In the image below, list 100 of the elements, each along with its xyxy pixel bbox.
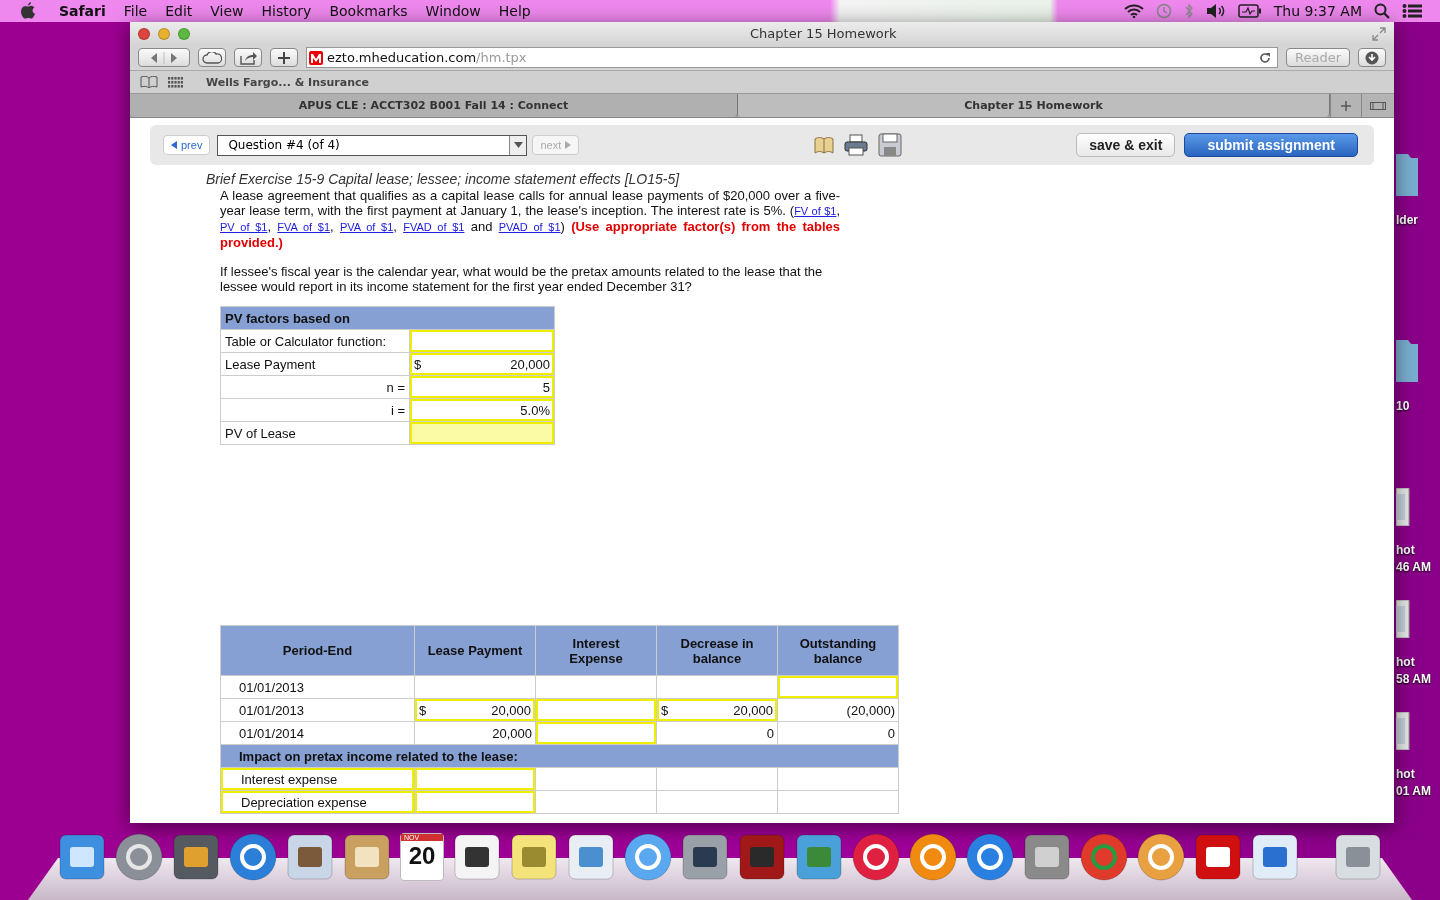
- submit-button[interactable]: submit assignment: [1184, 133, 1358, 157]
- menu-item[interactable]: File: [114, 3, 157, 19]
- app-icon[interactable]: [795, 833, 843, 881]
- input-field[interactable]: [410, 330, 554, 352]
- table-link[interactable]: PVAD of $1: [498, 221, 561, 233]
- input-field[interactable]: Interest expense: [221, 768, 414, 790]
- file-name[interactable]: hot: [1396, 766, 1431, 783]
- app-icon[interactable]: [1194, 833, 1242, 881]
- menu-item[interactable]: History: [252, 3, 321, 19]
- app-icon[interactable]: [1080, 833, 1128, 881]
- app-icon[interactable]: [966, 833, 1014, 881]
- input-field[interactable]: 5: [410, 376, 554, 398]
- printer-icon[interactable]: [844, 134, 869, 156]
- battery-icon[interactable]: [1237, 4, 1262, 18]
- folder-icon[interactable]: [1396, 338, 1418, 382]
- prev-button[interactable]: prev: [163, 135, 211, 155]
- clock-text[interactable]: Thu 9:37 AM: [1273, 3, 1362, 19]
- document-icon[interactable]: [1396, 600, 1410, 638]
- wifi-icon[interactable]: [1123, 4, 1144, 18]
- app-icon[interactable]: [624, 833, 672, 881]
- dropdown-arrow-icon: [513, 142, 523, 148]
- menu-item[interactable]: Window: [416, 3, 490, 19]
- app-icon[interactable]: [1251, 833, 1299, 881]
- input-field[interactable]: [415, 768, 535, 790]
- new-tab-button[interactable]: [1330, 94, 1361, 117]
- input-field[interactable]: $ 20,000: [657, 699, 777, 721]
- input-field[interactable]: $ 20,000: [410, 353, 554, 375]
- address-field[interactable]: ezto.mheducation.com/hm.tpx: [306, 47, 1278, 68]
- file-name[interactable]: 46 AM: [1396, 559, 1431, 576]
- download-button[interactable]: [1358, 48, 1386, 67]
- app-icon[interactable]: [1334, 833, 1382, 881]
- app-icon[interactable]: [1023, 833, 1071, 881]
- app-icon[interactable]: [343, 833, 391, 881]
- input-field[interactable]: Depreciation expense: [221, 791, 414, 813]
- file-name[interactable]: hot: [1396, 542, 1431, 559]
- table-cell: Lease Payment: [220, 352, 410, 376]
- volume-icon[interactable]: [1205, 3, 1226, 19]
- fullscreen-icon[interactable]: [1372, 26, 1386, 41]
- cloud-button[interactable]: [198, 48, 226, 67]
- apple-icon[interactable]: [20, 2, 36, 20]
- folder-icon[interactable]: [1396, 152, 1418, 196]
- download-icon: [1365, 50, 1379, 65]
- file-name[interactable]: hot: [1396, 654, 1431, 671]
- file-name[interactable]: 58 AM: [1396, 671, 1431, 688]
- app-icon[interactable]: [58, 833, 106, 881]
- input-field[interactable]: [536, 699, 656, 721]
- menu-item[interactable]: Bookmarks: [320, 3, 417, 19]
- zoom-icon[interactable]: [178, 27, 190, 40]
- document-icon[interactable]: [1396, 488, 1410, 526]
- input-field[interactable]: [536, 722, 656, 744]
- save-exit-button[interactable]: save & exit: [1076, 133, 1176, 157]
- menu-item[interactable]: Safari: [50, 3, 115, 19]
- app-icon[interactable]: [567, 833, 615, 881]
- app-icon[interactable]: [1137, 833, 1185, 881]
- app-icon[interactable]: [286, 833, 334, 881]
- input-field[interactable]: [410, 422, 554, 444]
- input-field[interactable]: [415, 791, 535, 813]
- add-button[interactable]: [270, 48, 298, 67]
- app-icon[interactable]: [909, 833, 957, 881]
- input-field[interactable]: [778, 676, 898, 698]
- search-icon[interactable]: [1374, 3, 1390, 19]
- save-icon[interactable]: [878, 133, 903, 157]
- app-icon[interactable]: [229, 833, 277, 881]
- question-dropdown[interactable]: Question #4 (of 4): [217, 134, 528, 156]
- tab-overview-button[interactable]: [1361, 94, 1394, 117]
- table-cell: 01/01/2013: [220, 675, 415, 699]
- menu-item[interactable]: Help: [489, 3, 540, 19]
- app-icon[interactable]: [852, 833, 900, 881]
- input-field[interactable]: $ 20,000: [415, 699, 535, 721]
- table-cell: 01/01/2014: [220, 721, 415, 745]
- share-button[interactable]: [234, 48, 262, 67]
- app-icon[interactable]: [510, 833, 558, 881]
- input-field[interactable]: 5.0%: [410, 399, 554, 421]
- book-icon[interactable]: [814, 136, 835, 154]
- browser-tab[interactable]: Chapter 15 Homework: [738, 94, 1330, 117]
- app-icon[interactable]: [172, 833, 220, 881]
- grid-icon[interactable]: [168, 76, 184, 88]
- table-cell: 20,000: [414, 721, 536, 745]
- back-forward-button[interactable]: [138, 48, 190, 67]
- browser-tab[interactable]: APUS CLE : ACCT302 B001 Fall 14 : Connect: [130, 94, 738, 117]
- app-icon[interactable]: [453, 833, 501, 881]
- app-icon[interactable]: [115, 833, 163, 881]
- table-cell: n =: [220, 375, 410, 399]
- close-icon[interactable]: [138, 27, 150, 40]
- column-header: Lease Payment: [414, 625, 536, 676]
- file-name[interactable]: 10: [1396, 398, 1410, 415]
- app-icon[interactable]: [681, 833, 729, 881]
- app-icon[interactable]: [738, 833, 786, 881]
- menu-item[interactable]: Edit: [156, 3, 202, 19]
- table-link[interactable]: FVAD of $1: [403, 221, 465, 233]
- file-name[interactable]: 01 AM: [1396, 783, 1431, 800]
- document-icon[interactable]: [1396, 712, 1410, 750]
- column-header: Period-End: [220, 625, 415, 676]
- table-cell: i =: [220, 398, 410, 422]
- book-icon[interactable]: [140, 76, 158, 88]
- menu-item[interactable]: View: [201, 3, 253, 19]
- bookmark-link[interactable]: Wells Fargo... & Insurance: [206, 75, 370, 89]
- file-name[interactable]: lder: [1396, 212, 1418, 229]
- list-icon[interactable]: [1402, 3, 1422, 19]
- reload-icon[interactable]: [1259, 51, 1271, 64]
